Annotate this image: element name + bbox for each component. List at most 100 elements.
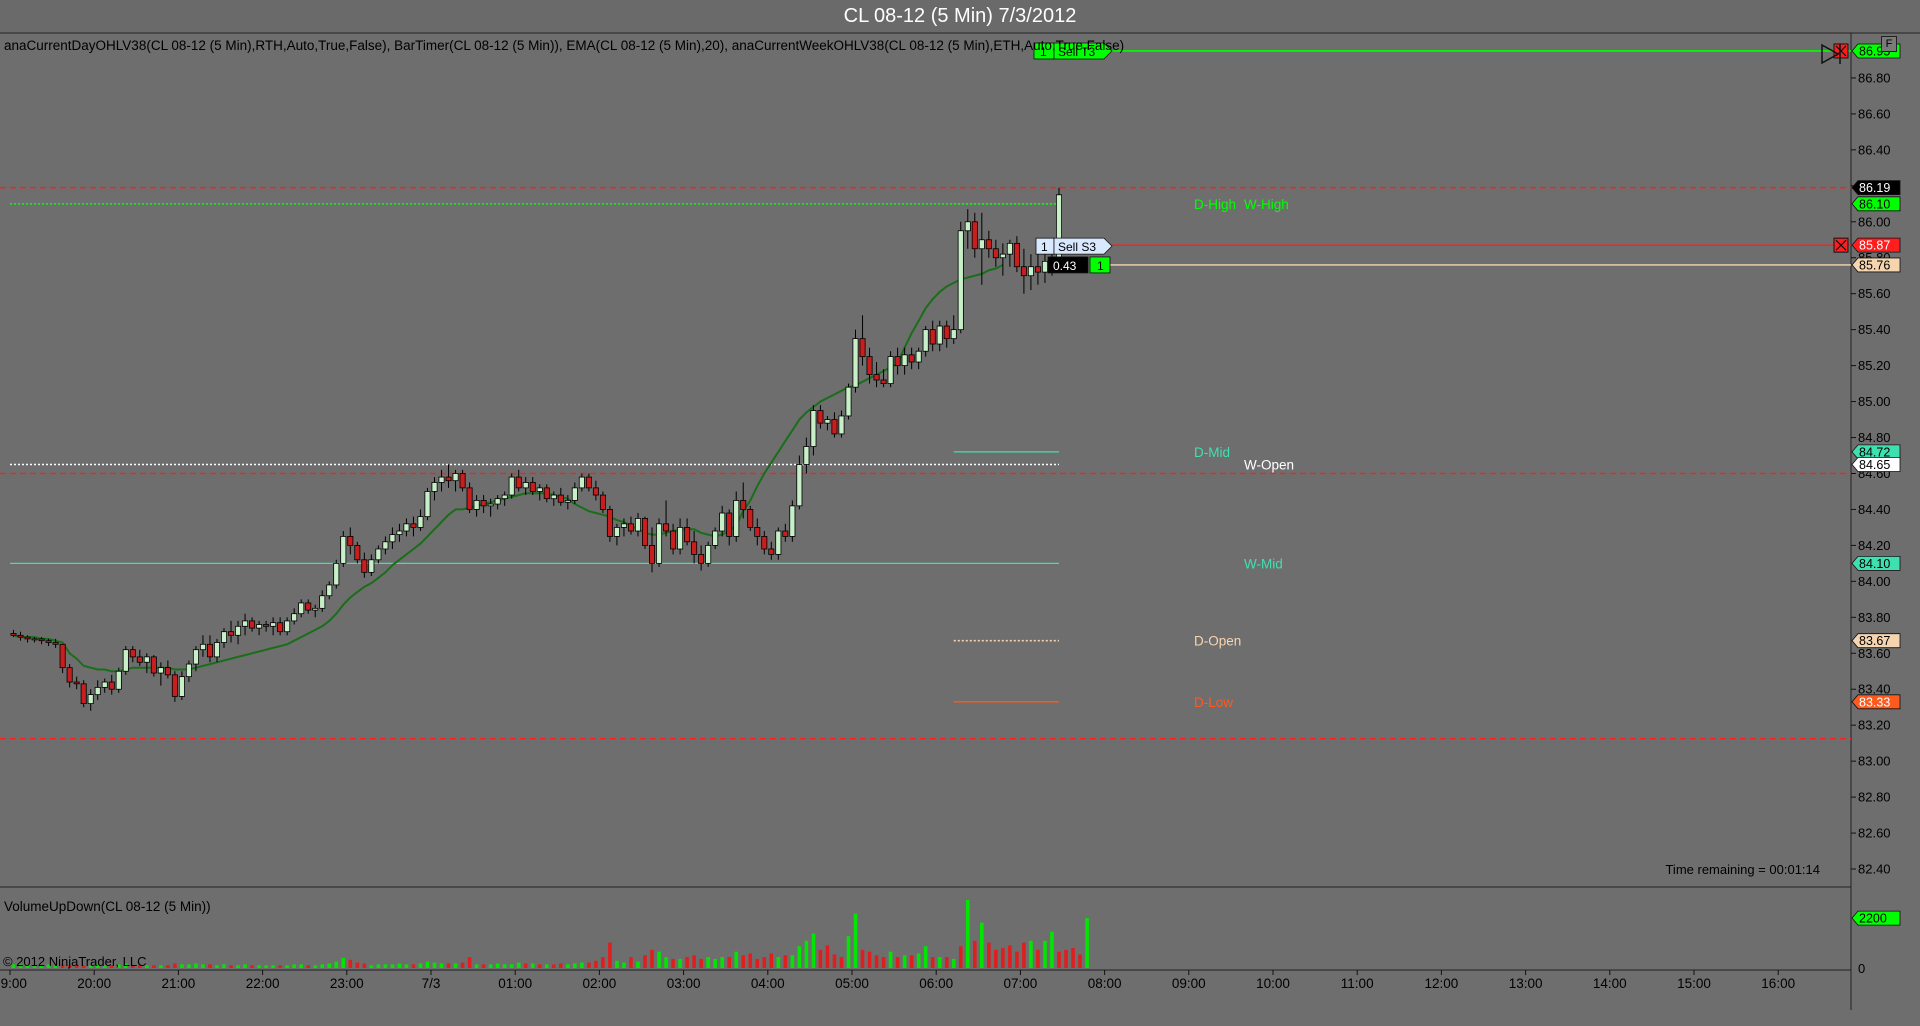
candle-down xyxy=(873,374,880,381)
volume-up-bar xyxy=(292,964,296,968)
candle-up xyxy=(452,473,459,482)
volume-up-bar xyxy=(243,964,247,968)
candle-up xyxy=(213,642,220,658)
candle-up xyxy=(319,595,326,609)
candle-down xyxy=(691,541,698,555)
volume-tag: 2200 xyxy=(1851,910,1901,926)
volume-down-bar xyxy=(755,958,760,968)
volume-down-bar xyxy=(741,955,746,968)
volume-up-bar xyxy=(720,957,724,968)
volume-up-bar xyxy=(1029,940,1033,968)
candle-up xyxy=(368,559,375,573)
volume-down-bar xyxy=(1057,951,1061,968)
candle-down xyxy=(171,674,178,697)
price-chart[interactable]: W-HighW-OpenW-MidD-HighD-MidD-OpenD-Low … xyxy=(0,0,1920,1026)
candle-down xyxy=(1034,266,1041,273)
candle-up xyxy=(845,386,852,417)
candle-up xyxy=(810,410,817,447)
volume-down-bar xyxy=(173,963,177,968)
volume-down-bar xyxy=(537,964,542,968)
time-tick-label: 16:00 xyxy=(1761,976,1795,991)
candle-up xyxy=(221,631,228,643)
candle-down xyxy=(606,509,613,537)
candle-down xyxy=(24,636,31,640)
candle-up xyxy=(199,643,206,651)
price-tick-label: 86.80 xyxy=(1858,70,1891,85)
candle-down xyxy=(206,643,213,658)
candle-down xyxy=(599,494,606,510)
volume-up-bar xyxy=(980,922,984,968)
volume-down-bar xyxy=(608,942,612,968)
candle-down xyxy=(410,523,417,528)
volume-up-bar xyxy=(951,958,956,968)
price-tag-86-19: 86.19 xyxy=(1851,180,1901,195)
candle-down xyxy=(747,509,754,528)
volume-up-bar xyxy=(853,913,858,968)
candle-down xyxy=(38,638,45,642)
volume-down-bar xyxy=(446,963,451,968)
volume-down-bar xyxy=(1008,945,1012,968)
candle-down xyxy=(642,518,649,546)
candle-up xyxy=(403,523,410,532)
time-tick-label: 12:00 xyxy=(1425,976,1459,991)
candle-up xyxy=(101,681,108,688)
level-label-w-mid: W-Mid xyxy=(1244,556,1283,571)
candle-up xyxy=(157,667,164,674)
volume-down-bar xyxy=(987,942,991,968)
price-tag-84-65-text: 84.65 xyxy=(1859,458,1890,472)
candle-down xyxy=(305,602,312,611)
time-tick-label: 15:00 xyxy=(1677,976,1711,991)
chart-trader-orders[interactable]: 1 Sell T31 Sell S30.43 1 xyxy=(1033,42,1849,274)
price-tick-label: 86.40 xyxy=(1858,142,1891,157)
candle-up xyxy=(494,498,501,505)
price-tag-84-10-text: 84.10 xyxy=(1859,557,1890,571)
volume-up-bar xyxy=(488,964,493,968)
time-tick-label: 13:00 xyxy=(1509,976,1543,991)
volume-down-bar xyxy=(481,964,486,968)
time-axis[interactable]: 19:00 20:00 21:00 22:00 23:00 7/3 01:00 02:00 03… xyxy=(0,970,1795,991)
candle-up xyxy=(964,221,971,232)
candle-up xyxy=(677,527,684,550)
candle-down xyxy=(1020,266,1027,277)
volume-up-bar xyxy=(713,958,717,968)
volume-down-bar xyxy=(467,957,472,968)
volume-up-bar xyxy=(516,962,521,968)
candle-up xyxy=(550,494,557,500)
f-toggle-button[interactable]: F xyxy=(1881,36,1897,52)
candle-down xyxy=(971,221,978,250)
volume-up-bar xyxy=(264,965,268,968)
volume-down-bar xyxy=(587,962,591,968)
volume-down-bar xyxy=(1071,948,1075,968)
stop-label: Sell S3 xyxy=(1058,240,1096,254)
candle-up xyxy=(915,350,922,363)
candle-down xyxy=(1013,242,1020,268)
candle-down xyxy=(52,642,59,645)
volume-up-bar xyxy=(222,964,226,968)
volume-tag-text: 2200 xyxy=(1859,912,1887,926)
candle-down xyxy=(592,487,599,496)
price-tick-label: 82.40 xyxy=(1858,862,1891,877)
candle-down xyxy=(263,624,270,627)
candle-down xyxy=(361,559,368,573)
candle-up xyxy=(235,625,242,636)
time-tick-label: 02:00 xyxy=(583,976,617,991)
candle-up xyxy=(824,419,831,424)
candle-down xyxy=(480,500,487,507)
candle-down xyxy=(445,476,452,482)
volume-up-bar xyxy=(320,964,325,968)
time-tick-label: 03:00 xyxy=(667,976,701,991)
volume-up-bar xyxy=(383,964,388,968)
candle-down xyxy=(894,356,901,367)
volume-down-bar xyxy=(355,962,360,968)
candle-down xyxy=(585,476,592,489)
time-tick-label: 05:00 xyxy=(835,976,869,991)
volume-up-bar xyxy=(180,964,184,968)
volume-up-bar xyxy=(257,965,261,968)
volume-up-bar xyxy=(622,962,626,968)
volume-down-bar xyxy=(1036,949,1040,968)
volume-down-bar xyxy=(551,964,556,968)
volume-up-bar xyxy=(544,964,549,968)
candle-down xyxy=(929,329,936,345)
candle-up xyxy=(389,534,396,543)
candle-down xyxy=(684,527,691,543)
